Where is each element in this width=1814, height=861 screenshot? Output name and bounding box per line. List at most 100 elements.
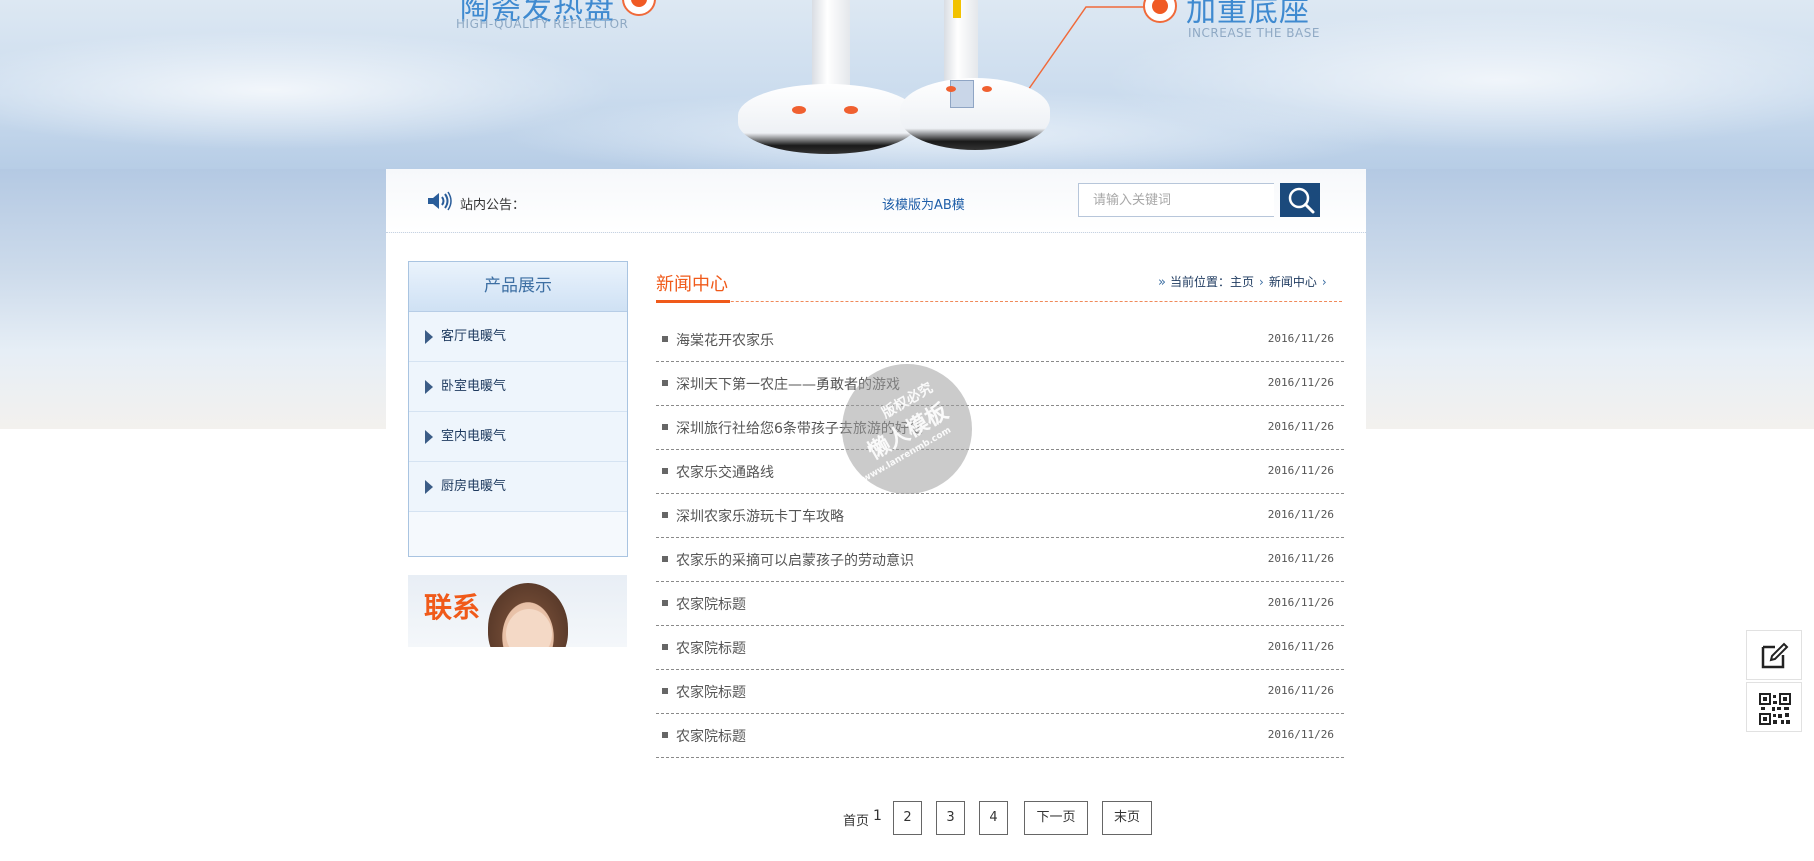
fan-base — [900, 78, 1050, 150]
news-list-item: 农家乐的采摘可以启蒙孩子的劳动意识 2016/11/26 — [656, 538, 1344, 582]
contact-banner[interactable]: 联系 — [408, 575, 627, 647]
sidebar-item-kitchen[interactable]: 厨房电暖气 — [409, 462, 627, 512]
pagination-page-2[interactable]: 2 — [893, 801, 922, 835]
breadcrumb: » 当前位置：主页 › 新闻中心 › — [1158, 273, 1332, 290]
sidebar-title: 产品展示 — [409, 262, 627, 312]
breadcrumb-current-link[interactable]: 新闻中心 — [1269, 275, 1317, 289]
news-item-title-link[interactable]: 深圳农家乐游玩卡丁车攻略 — [676, 506, 844, 526]
square-bullet-icon — [662, 600, 668, 606]
pagination-current-page: 1 — [873, 808, 882, 824]
hero-banner: 陶瓷发热盘 HIGH-QUALITY REFLECTOR 加重底座 INCREA… — [0, 0, 1814, 169]
news-item-title-link[interactable]: 农家院标题 — [676, 682, 746, 702]
square-bullet-icon — [662, 468, 668, 474]
sidebar-item-indoor[interactable]: 室内电暖气 — [409, 412, 627, 462]
fan-button — [946, 86, 956, 92]
square-bullet-icon — [662, 732, 668, 738]
news-item-date: 2016/11/26 — [1267, 728, 1334, 741]
square-bullet-icon — [662, 644, 668, 650]
breadcrumb-home-link[interactable]: 主页 — [1230, 275, 1254, 289]
fan-base — [738, 84, 918, 154]
news-item-date: 2016/11/26 — [1267, 420, 1334, 433]
breadcrumb-prefix: 当前位置： — [1169, 275, 1230, 289]
triangle-right-icon — [425, 330, 433, 344]
square-bullet-icon — [662, 336, 668, 342]
search-button[interactable] — [1280, 183, 1320, 217]
square-bullet-icon — [662, 556, 668, 562]
floating-toolbar — [1746, 630, 1802, 734]
sidebar-item-living-room[interactable]: 客厅电暖气 — [409, 312, 627, 362]
feedback-button[interactable] — [1746, 630, 1802, 680]
news-list-item: 农家院标题 2016/11/26 — [656, 626, 1344, 670]
news-list-item: 深圳农家乐游玩卡丁车攻略 2016/11/26 — [656, 494, 1344, 538]
fan-control-panel — [950, 80, 974, 108]
square-bullet-icon — [662, 380, 668, 386]
chevron-right-icon: › — [1321, 275, 1327, 289]
hero-callout-line — [1026, 6, 1144, 94]
news-item-date: 2016/11/26 — [1267, 376, 1334, 389]
sidebar-item-label: 室内电暖气 — [441, 429, 507, 444]
search-icon — [1288, 187, 1315, 214]
news-item-title-link[interactable]: 农家乐的采摘可以启蒙孩子的劳动意识 — [676, 550, 914, 570]
fan-button — [982, 86, 992, 92]
sidebar-item-label: 客厅电暖气 — [441, 329, 507, 344]
fan-label-stripe — [953, 0, 961, 18]
pagination-next-button[interactable]: 下一页 — [1024, 801, 1088, 835]
square-bullet-icon — [662, 512, 668, 518]
notice-bar: 站内公告： 该模版为AB模 — [386, 169, 1366, 233]
news-list-item: 农家院标题 2016/11/26 — [656, 714, 1344, 758]
triangle-right-icon — [425, 480, 433, 494]
news-item-title-link[interactable]: 海棠花开农家乐 — [676, 330, 774, 350]
news-item-date: 2016/11/26 — [1267, 684, 1334, 697]
news-item-title-link[interactable]: 农家院标题 — [676, 726, 746, 746]
search-input[interactable] — [1078, 183, 1274, 217]
notice-marquee-text[interactable]: 该模版为AB模 — [882, 194, 965, 213]
news-item-date: 2016/11/26 — [1267, 332, 1334, 345]
double-chevron-right-icon: » — [1158, 275, 1166, 290]
speaker-icon — [428, 191, 452, 211]
fan-button — [792, 106, 806, 114]
hero-feature-subtitle-left: HIGH-QUALITY REFLECTOR — [456, 17, 629, 31]
fan-pole — [944, 0, 978, 88]
pagination-first-link[interactable]: 首页 — [843, 810, 869, 829]
watermark-seal: 版权必究 懒人模板 www.lanrenmb.com — [842, 364, 972, 494]
product-sidebar: 产品展示 客厅电暖气 卧室电暖气 室内电暖气 厨房电暖气 — [408, 261, 628, 557]
news-list-item: 农家院标题 2016/11/26 — [656, 582, 1344, 626]
news-list-item: 深圳天下第一农庄——勇敢者的游戏 2016/11/26 — [656, 362, 1344, 406]
news-item-title-link[interactable]: 农家院标题 — [676, 594, 746, 614]
qr-code-icon — [1759, 693, 1791, 725]
sidebar-item-label: 厨房电暖气 — [441, 479, 507, 494]
news-list-item: 海棠花开农家乐 2016/11/26 — [656, 318, 1344, 362]
news-list: 海棠花开农家乐 2016/11/26 深圳天下第一农庄——勇敢者的游戏 2016… — [656, 318, 1344, 758]
news-item-date: 2016/11/26 — [1267, 640, 1334, 653]
sidebar-item-label: 卧室电暖气 — [441, 379, 507, 394]
chevron-right-icon: › — [1259, 275, 1264, 289]
news-title-underline — [656, 300, 730, 303]
pagination-page-3[interactable]: 3 — [936, 801, 965, 835]
news-item-date: 2016/11/26 — [1267, 508, 1334, 521]
news-list-item: 农家乐交通路线 2016/11/26 — [656, 450, 1344, 494]
fan-button — [844, 106, 858, 114]
square-bullet-icon — [662, 424, 668, 430]
news-section-title: 新闻中心 — [656, 274, 728, 295]
news-item-date: 2016/11/26 — [1267, 464, 1334, 477]
news-item-date: 2016/11/26 — [1267, 552, 1334, 565]
contact-banner-text: 联系 — [424, 591, 481, 624]
news-item-title-link[interactable]: 农家院标题 — [676, 638, 746, 658]
hero-feature-subtitle-right: INCREASE THE BASE — [1188, 26, 1320, 40]
news-list-item: 深圳旅行社给您6条带孩子去旅游的好处 2016/11/26 — [656, 406, 1344, 450]
notice-label: 站内公告： — [460, 198, 526, 213]
sidebar-item-bedroom[interactable]: 卧室电暖气 — [409, 362, 627, 412]
hero-target-dot-icon — [622, 0, 656, 16]
triangle-right-icon — [425, 380, 433, 394]
hero-target-dot-icon — [1143, 0, 1177, 23]
pagination-page-4[interactable]: 4 — [979, 801, 1008, 835]
triangle-right-icon — [425, 430, 433, 444]
news-title-divider — [656, 301, 1342, 302]
square-bullet-icon — [662, 688, 668, 694]
qr-code-button[interactable] — [1746, 682, 1802, 732]
edit-icon — [1761, 642, 1789, 669]
pagination-last-button[interactable]: 末页 — [1102, 801, 1152, 835]
news-item-date: 2016/11/26 — [1267, 596, 1334, 609]
news-list-item: 农家院标题 2016/11/26 — [656, 670, 1344, 714]
news-item-title-link[interactable]: 农家乐交通路线 — [676, 462, 774, 482]
